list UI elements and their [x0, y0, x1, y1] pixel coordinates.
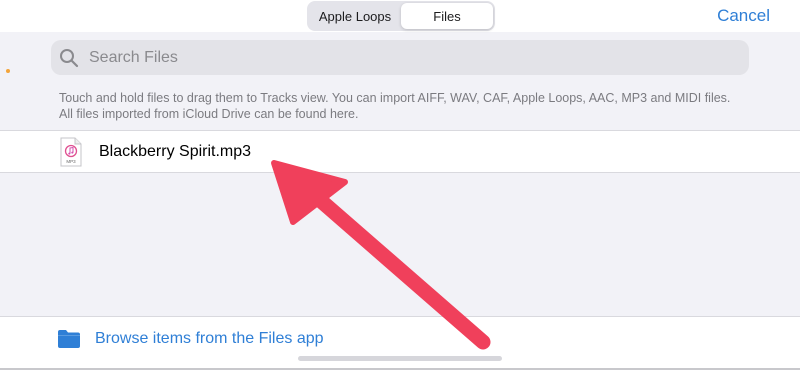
folder-icon: [58, 330, 80, 348]
mp3-file-icon: MP3: [60, 137, 82, 167]
file-list-item[interactable]: MP3 Blackberry Spirit.mp3: [0, 130, 800, 173]
search-bar[interactable]: [51, 40, 749, 75]
home-indicator: [298, 356, 502, 361]
import-info-text: Touch and hold files to drag them to Tra…: [59, 91, 731, 121]
browse-label: Browse items from the Files app: [95, 330, 324, 347]
search-icon: [60, 48, 79, 67]
search-input[interactable]: [89, 48, 729, 67]
browse-files-app-link[interactable]: Browse items from the Files app: [57, 329, 324, 349]
tab-apple-loops[interactable]: Apple Loops: [309, 3, 401, 29]
bottom-bar: Browse items from the Files app: [0, 316, 800, 370]
file-name: Blackberry Spirit.mp3: [99, 143, 252, 160]
tab-files[interactable]: Files: [401, 3, 493, 29]
file-icon-caption: MP3: [66, 159, 76, 164]
source-segmented-control: Apple Loops Files: [307, 1, 495, 31]
status-dot: [6, 69, 10, 73]
cancel-button[interactable]: Cancel: [717, 6, 770, 26]
top-bar: Apple Loops Files Cancel: [0, 0, 800, 32]
